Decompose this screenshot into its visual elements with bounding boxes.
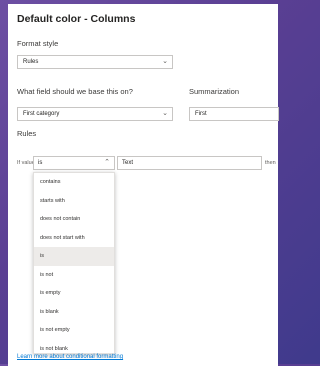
format-style-value: Rules bbox=[23, 59, 39, 65]
dropdown-option-is-not-empty[interactable]: is not empty bbox=[34, 321, 114, 340]
summarization-value: First bbox=[195, 111, 207, 117]
chevron-down-icon: ⌄ bbox=[162, 110, 168, 117]
dropdown-option-does-not-contain[interactable]: does not contain bbox=[34, 210, 114, 229]
value-input[interactable]: Text bbox=[117, 156, 262, 170]
summarization-select[interactable]: First bbox=[189, 107, 279, 121]
dropdown-option-is-blank[interactable]: is blank bbox=[34, 303, 114, 322]
conditional-format-dialog: Default color - Columns Format style Rul… bbox=[8, 4, 279, 366]
chevron-down-icon: ⌄ bbox=[162, 58, 168, 65]
chevron-up-icon: ⌃ bbox=[104, 159, 110, 166]
condition-dropdown-list: contains starts with does not contain do… bbox=[33, 172, 115, 354]
condition-select[interactable]: is ⌃ bbox=[33, 156, 115, 170]
format-style-select[interactable]: Rules ⌄ bbox=[17, 55, 173, 69]
learn-more-link[interactable]: Learn more about conditional formatting bbox=[17, 354, 123, 360]
dropdown-option-is-empty[interactable]: is empty bbox=[34, 284, 114, 303]
condition-value: is bbox=[38, 160, 43, 166]
dropdown-option-contains[interactable]: contains bbox=[34, 173, 114, 192]
summarization-label: Summarization bbox=[189, 87, 240, 96]
field-label: What field should we base this on? bbox=[17, 87, 133, 96]
value-input-text: Text bbox=[122, 160, 134, 166]
dropdown-option-starts-with[interactable]: starts with bbox=[34, 192, 114, 211]
format-style-label: Format style bbox=[17, 39, 59, 48]
then-label: then bbox=[265, 160, 276, 166]
field-value: First category bbox=[23, 111, 60, 117]
dialog-title: Default color - Columns bbox=[17, 13, 136, 25]
field-select[interactable]: First category ⌄ bbox=[17, 107, 173, 121]
rules-label: Rules bbox=[17, 129, 37, 138]
dropdown-option-is-not[interactable]: is not bbox=[34, 266, 114, 285]
dropdown-option-does-not-start-with[interactable]: does not start with bbox=[34, 229, 114, 248]
dropdown-option-is[interactable]: is bbox=[34, 247, 114, 266]
